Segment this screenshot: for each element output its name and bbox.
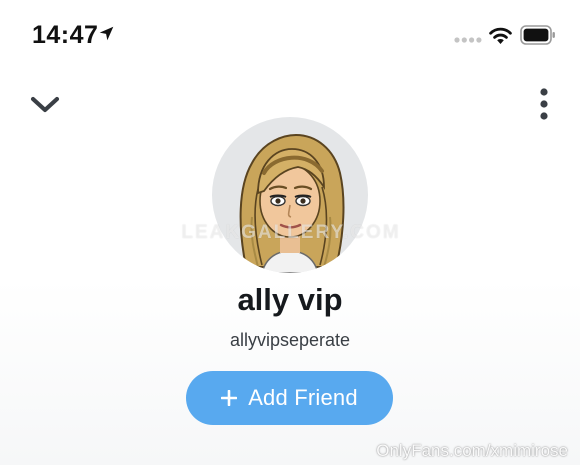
battery-icon	[520, 25, 555, 45]
add-friend-label: Add Friend	[248, 385, 358, 410]
profile-screen: 14:47 LEAKGALLERY.COM ally vip allyvipse…	[0, 0, 580, 465]
chevron-down-icon	[30, 96, 60, 113]
bitmoji-avatar-image	[239, 133, 345, 273]
more-vertical-icon	[540, 88, 548, 120]
watermark-corner: OnlyFans.com/xmimirose	[376, 441, 568, 460]
collapse-button[interactable]	[26, 89, 64, 119]
add-friend-button[interactable]: Add Friend	[186, 371, 393, 425]
wifi-icon	[489, 27, 512, 44]
avatar[interactable]	[212, 117, 368, 273]
status-time: 14:47	[32, 21, 99, 49]
status-bar: 14:47	[0, 0, 580, 70]
more-options-button[interactable]	[530, 86, 558, 126]
display-name: ally vip	[237, 282, 343, 317]
signal-dots-icon	[454, 37, 482, 43]
location-arrow-icon	[99, 26, 114, 41]
username: allyvipseperate	[229, 330, 351, 350]
plus-icon	[221, 390, 238, 406]
